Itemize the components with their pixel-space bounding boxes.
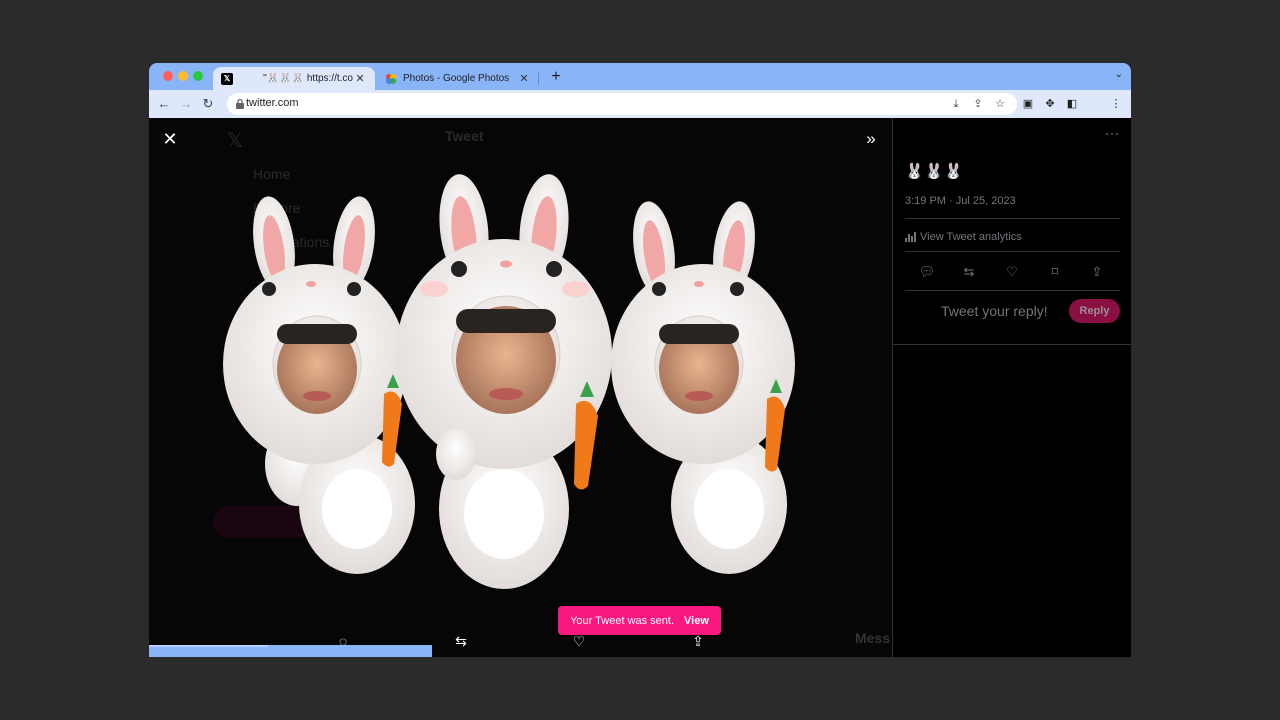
reply-input[interactable]: Tweet your reply! bbox=[941, 303, 1048, 319]
picture-in-picture-icon[interactable]: ▣ bbox=[1019, 95, 1037, 113]
install-app-icon[interactable]: ⤓ bbox=[948, 96, 964, 112]
close-tab-icon[interactable]: ✕ bbox=[353, 72, 367, 85]
forward-arrow-icon[interactable]: → bbox=[177, 95, 195, 113]
x-logo-icon: 𝕏 bbox=[221, 72, 233, 85]
bunny-left bbox=[223, 196, 415, 574]
address-bar[interactable]: twitter.com ⤓ ⇪ ☆ bbox=[227, 93, 1017, 115]
tab-title: "🐰🐰🐰 https://t.co bbox=[263, 73, 353, 84]
reply-button[interactable]: Reply bbox=[1069, 299, 1120, 323]
tweet-analytics-link[interactable]: View Tweet analytics bbox=[905, 231, 1022, 243]
page-content: 𝕏 Tweet Home Explore Notifications Mess … bbox=[149, 118, 1131, 657]
kebab-menu-icon[interactable]: ⋮ bbox=[1107, 95, 1125, 113]
toast-message: Your Tweet was sent. bbox=[570, 614, 675, 627]
analytics-bars-icon bbox=[905, 232, 916, 242]
browser-window: 𝕏 "🐰🐰🐰 https://t.co ✕ Photos - Google Ph… bbox=[149, 63, 1131, 657]
tab-strip: 𝕏 "🐰🐰🐰 https://t.co ✕ Photos - Google Ph… bbox=[149, 63, 1131, 90]
url-text: twitter.com bbox=[246, 97, 299, 109]
collapse-panel-icon[interactable]: » bbox=[861, 130, 881, 148]
retweet-icon[interactable]: ⇆ bbox=[959, 263, 979, 281]
close-media-button[interactable]: ✕ bbox=[161, 130, 179, 148]
tweet-sent-toast: Your Tweet was sent. View bbox=[558, 606, 721, 635]
tab-separator bbox=[538, 72, 539, 85]
tweet-actions: 💬︎ ⇆ ♡ ⌑ ⇪ bbox=[905, 263, 1120, 281]
analytics-label: View Tweet analytics bbox=[920, 231, 1022, 243]
new-tab-button[interactable]: + bbox=[547, 68, 565, 86]
back-arrow-icon[interactable]: ← bbox=[155, 95, 173, 113]
bookmark-star-icon[interactable]: ☆ bbox=[992, 96, 1008, 112]
tab-twitter[interactable]: 𝕏 "🐰🐰🐰 https://t.co ✕ bbox=[213, 67, 375, 90]
side-panel-icon[interactable]: ◧ bbox=[1063, 95, 1081, 113]
lock-icon bbox=[236, 98, 244, 109]
tab-search-chevron-icon[interactable]: ⌄ bbox=[1115, 69, 1123, 80]
divider bbox=[905, 218, 1120, 219]
bunny-right bbox=[611, 201, 795, 574]
toast-view-link[interactable]: View bbox=[684, 615, 709, 627]
reply-icon[interactable]: 💬︎ bbox=[917, 263, 937, 281]
divider bbox=[893, 344, 1131, 345]
more-options-icon[interactable]: ··· bbox=[1105, 126, 1120, 140]
ghost-x-logo-icon: 𝕏 bbox=[227, 130, 244, 152]
tab-google-photos[interactable]: Photos - Google Photos ✕ bbox=[377, 67, 539, 90]
browser-toolbar: ← → ↻ twitter.com ⤓ ⇪ ☆ ▣ ✥ ◧ ⋮ bbox=[149, 90, 1131, 118]
share-icon[interactable]: ⇪ bbox=[1087, 263, 1107, 281]
tweet-timestamp[interactable]: 3:19 PM · Jul 25, 2023 bbox=[905, 195, 1016, 207]
close-window-button[interactable] bbox=[163, 71, 173, 81]
progress-fill bbox=[149, 645, 268, 647]
upload-progress-bar bbox=[149, 645, 432, 657]
divider bbox=[905, 251, 1120, 252]
maximize-window-button[interactable] bbox=[193, 71, 203, 81]
tab-title: Photos - Google Photos bbox=[403, 73, 510, 84]
close-tab-icon[interactable]: ✕ bbox=[517, 72, 531, 85]
media-viewer: 𝕏 Tweet Home Explore Notifications Mess … bbox=[149, 118, 892, 657]
bunny-center bbox=[396, 174, 612, 589]
divider bbox=[905, 290, 1120, 291]
retweet-icon[interactable]: ⇆ bbox=[451, 631, 471, 651]
tweet-detail-panel: ··· 🐰🐰🐰 3:19 PM · Jul 25, 2023 View Twee… bbox=[892, 118, 1131, 657]
like-heart-icon[interactable]: ♡ bbox=[1002, 263, 1022, 281]
share-icon[interactable]: ⇪ bbox=[970, 96, 986, 112]
bookmark-icon[interactable]: ⌑ bbox=[1045, 263, 1065, 281]
minimize-window-button[interactable] bbox=[178, 71, 188, 81]
google-photos-icon bbox=[385, 73, 397, 85]
extensions-puzzle-icon[interactable]: ✥ bbox=[1041, 95, 1059, 113]
bunny-gif-image bbox=[223, 174, 795, 589]
reload-icon[interactable]: ↻ bbox=[199, 95, 217, 113]
ghost-header: Tweet bbox=[445, 128, 484, 144]
tweet-text: 🐰🐰🐰 bbox=[905, 163, 965, 180]
